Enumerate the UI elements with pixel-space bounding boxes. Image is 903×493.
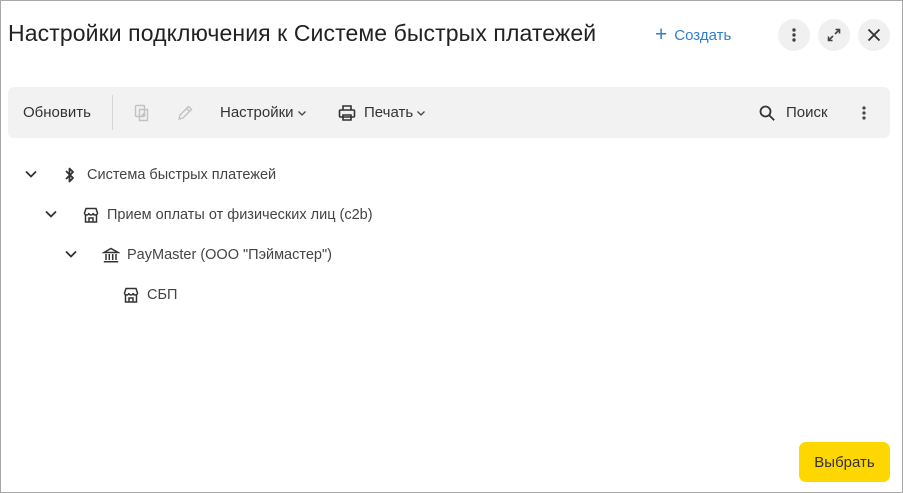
more-menu-button[interactable] — [778, 19, 810, 51]
edit-button[interactable] — [176, 87, 194, 138]
collapse-chevron-icon[interactable] — [23, 166, 39, 182]
search-icon — [759, 105, 775, 121]
chevron-down-icon — [297, 111, 306, 116]
tree-item-label: PayMaster (ООО "Пэймастер") — [127, 247, 332, 263]
more-vertical-icon — [862, 105, 866, 120]
bank-icon — [101, 245, 121, 265]
tree-item-label: СБП — [147, 287, 178, 303]
tree-item[interactable]: Прием оплаты от физических лиц (c2b) — [81, 203, 373, 227]
collapse-chevron-icon[interactable] — [63, 246, 79, 262]
plus-icon: + — [655, 22, 668, 46]
search-button[interactable]: Поиск — [758, 87, 828, 138]
create-button-label: Создать — [674, 26, 732, 44]
printer-icon — [338, 104, 356, 121]
select-button[interactable]: Выбрать — [799, 442, 890, 482]
print-dropdown-label: Печать — [364, 104, 414, 121]
expand-icon — [827, 28, 841, 42]
collapse-chevron-icon[interactable] — [43, 206, 59, 222]
copy-icon — [134, 104, 149, 121]
tree-item[interactable]: СБП — [121, 283, 177, 307]
search-button-label: Поиск — [786, 104, 828, 121]
tree-item[interactable]: PayMaster (ООО "Пэймастер") — [101, 243, 332, 267]
toolbar: Обновить Настройки Печать Поиск — [8, 87, 890, 138]
refresh-button[interactable]: Обновить — [23, 87, 91, 138]
expand-window-button[interactable] — [818, 19, 850, 51]
tree-item-label: Прием оплаты от физических лиц (c2b) — [107, 207, 373, 223]
settings-dropdown-label: Настройки — [220, 104, 294, 121]
page-title: Настройки подключения к Системе быстрых … — [8, 20, 597, 46]
more-vertical-icon — [792, 28, 796, 42]
close-icon — [867, 28, 881, 42]
chevron-down-icon — [417, 111, 426, 116]
copy-button[interactable] — [133, 87, 151, 138]
create-button[interactable]: + Создать — [655, 23, 731, 47]
toolbar-divider — [112, 95, 113, 130]
close-button[interactable] — [858, 19, 890, 51]
print-dropdown[interactable]: Печать — [338, 87, 426, 138]
pencil-icon — [178, 105, 193, 120]
store-icon — [81, 205, 101, 225]
store-icon — [121, 285, 141, 305]
tree-item-label: Система быстрых платежей — [87, 167, 277, 183]
tree-item[interactable]: Система быстрых платежей — [61, 163, 276, 187]
bluetooth-icon — [61, 165, 81, 185]
toolbar-more-button[interactable] — [857, 87, 871, 138]
settings-dropdown[interactable]: Настройки — [220, 87, 307, 138]
dialog-window: Настройки подключения к Системе быстрых … — [0, 0, 903, 493]
